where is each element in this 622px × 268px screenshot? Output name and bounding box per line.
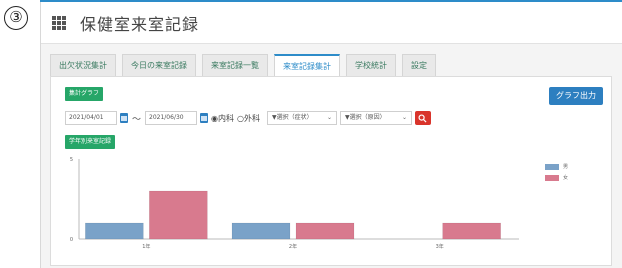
grade-bar-chart: 0 5 1年 2年 3年 [70, 157, 519, 250]
chevron-down-icon: ⌄ [401, 114, 407, 121]
cause-select-label: ▼選択（原因） [344, 114, 386, 121]
legend-swatch [545, 163, 559, 170]
graph-export-button[interactable]: グラフ出力 [549, 87, 603, 105]
cause-select[interactable]: ▼選択（原因） ⌄ [339, 111, 412, 125]
radio-surgery[interactable]: ○外科 [237, 113, 260, 124]
tab-today-visits[interactable]: 今日の来室記録 [122, 54, 196, 76]
tab-bar: 出欠状況集計 今日の来室記録 来室記録一覧 来室記録集計 学校統計 設定 [50, 54, 436, 76]
date-from-input[interactable]: 2021/04/01 [65, 111, 117, 125]
date-to-input[interactable]: 2021/06/30 [145, 111, 198, 125]
tab-settings[interactable]: 設定 [402, 54, 436, 76]
step-number-marker: ③ [4, 6, 28, 30]
date-range-separator: 〜 [132, 114, 142, 125]
app-title: 保健室来室記録 [80, 14, 200, 34]
legend-item: 女 [545, 174, 568, 181]
chart-legend: 男女 [545, 163, 568, 185]
summary-panel: 集計グラフ グラフ出力 2021/04/01 〜 2021/06/30 ◉内科 … [50, 76, 612, 266]
y-tick-label: 5 [70, 157, 73, 163]
chevron-down-icon: ⌄ [326, 114, 332, 121]
calendar-icon[interactable] [120, 113, 128, 123]
symptom-select[interactable]: ▼選択（症状） ⌄ [266, 111, 337, 125]
app-header: 保健室来室記録 [40, 2, 622, 44]
tab-attendance-summary[interactable]: 出欠状況集計 [50, 54, 116, 76]
x-tick-label: 3年 [436, 243, 444, 250]
tab-school-stats[interactable]: 学校統計 [346, 54, 396, 76]
radio-internal[interactable]: ◉内科 [211, 113, 234, 124]
x-tick-label: 1年 [142, 243, 150, 250]
bar-男-2年 [231, 222, 291, 240]
bar-男-1年 [85, 222, 144, 240]
legend-item: 男 [545, 163, 568, 170]
app-window: 保健室来室記録 出欠状況集計 今日の来室記録 来室記録一覧 来室記録集計 学校統… [40, 0, 622, 268]
bar-女-3年 [442, 222, 501, 240]
tab-visit-summary[interactable]: 来室記録集計 [274, 54, 340, 76]
tab-visit-list[interactable]: 来室記録一覧 [202, 54, 268, 76]
summary-graph-button[interactable]: 集計グラフ [65, 87, 104, 101]
legend-label: 女 [563, 175, 569, 181]
x-tick-label: 2年 [289, 243, 297, 250]
y-tick-label: 0 [70, 237, 73, 243]
search-icon [418, 113, 427, 123]
symptom-select-label: ▼選択（症状） [271, 114, 313, 121]
legend-swatch [545, 174, 559, 181]
app-grid-icon[interactable] [52, 15, 66, 30]
filter-bar: 2021/04/01 〜 2021/06/30 ◉内科 ○外科 ▼選択（症状） … [65, 111, 431, 125]
legend-label: 男 [563, 164, 569, 170]
bar-女-1年 [149, 190, 208, 240]
calendar-icon[interactable] [200, 113, 209, 123]
search-button[interactable] [414, 111, 431, 125]
bar-女-2年 [295, 222, 355, 240]
grade-visits-button[interactable]: 学年別来室記録 [65, 135, 116, 149]
